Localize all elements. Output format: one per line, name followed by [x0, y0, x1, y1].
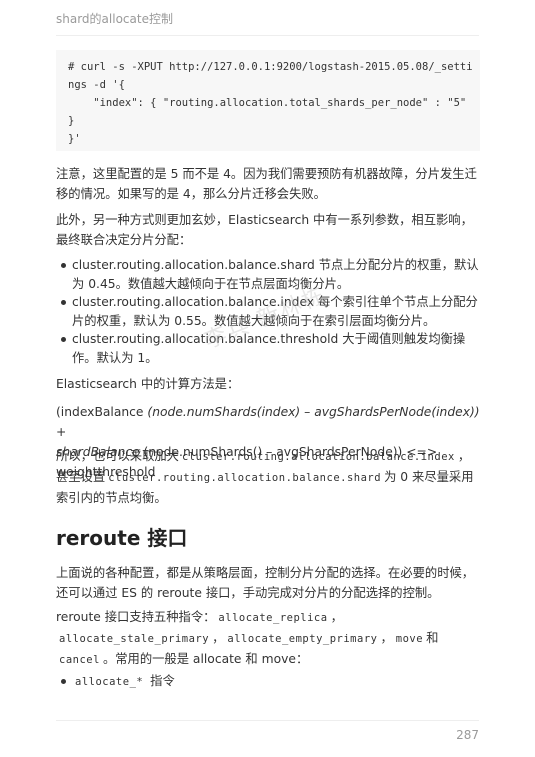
inline-code: allocate_*: [75, 676, 144, 688]
page-number: 287: [456, 728, 479, 742]
footer-divider: [56, 720, 479, 721]
section-heading: reroute 接口: [56, 526, 188, 550]
inline-code: cancel: [59, 654, 100, 666]
list-item: allocate_* 指令: [61, 672, 482, 692]
paragraph: Elasticsearch 中的计算方法是：: [56, 377, 240, 391]
paragraph: 此外，另一种方式则更加玄妙，Elasticsearch 中有一系列参数，相互影响…: [56, 213, 473, 247]
code-line: }': [68, 133, 81, 145]
paragraph: 注意，这里配置的是 5 而不是 4。因为我们需要预防有机器故障，分片发生迁移的情…: [56, 167, 477, 201]
inline-code: allocate_stale_primary: [59, 633, 210, 645]
paragraph: 上面说的各种配置，都是从策略层面，控制分片分配的选择。在必要的时候，还可以通过 …: [56, 566, 475, 600]
code-line: }: [68, 115, 75, 127]
paragraph: 所以，也可以采取加大 cluster.routing.allocation.bal…: [56, 449, 474, 505]
inline-code: move: [395, 633, 424, 645]
code-line: # curl -s -XPUT http://127.0.0.1:9200/lo…: [68, 61, 473, 73]
code-line: ngs -d '{: [68, 79, 125, 91]
list-item: cluster.routing.allocation.balance.shard…: [61, 256, 482, 294]
list-item: cluster.routing.allocation.balance.thres…: [61, 330, 482, 368]
inline-code: allocate_empty_primary: [227, 633, 378, 645]
paragraph: reroute 接口支持五种指令： allocate_replica ，alloca…: [56, 610, 439, 666]
code-block: # curl -s -XPUT http://127.0.0.1:9200/lo…: [56, 50, 480, 151]
inline-code: cluster.routing.allocation.balance.shard: [108, 472, 382, 484]
code-line: "index": { "routing.allocation.total_sha…: [68, 97, 467, 109]
inline-code: cluster.routing.allocation.balance.index: [181, 451, 455, 463]
page-header: shard的allocate控制: [56, 10, 479, 36]
inline-code: allocate_replica: [218, 612, 328, 624]
